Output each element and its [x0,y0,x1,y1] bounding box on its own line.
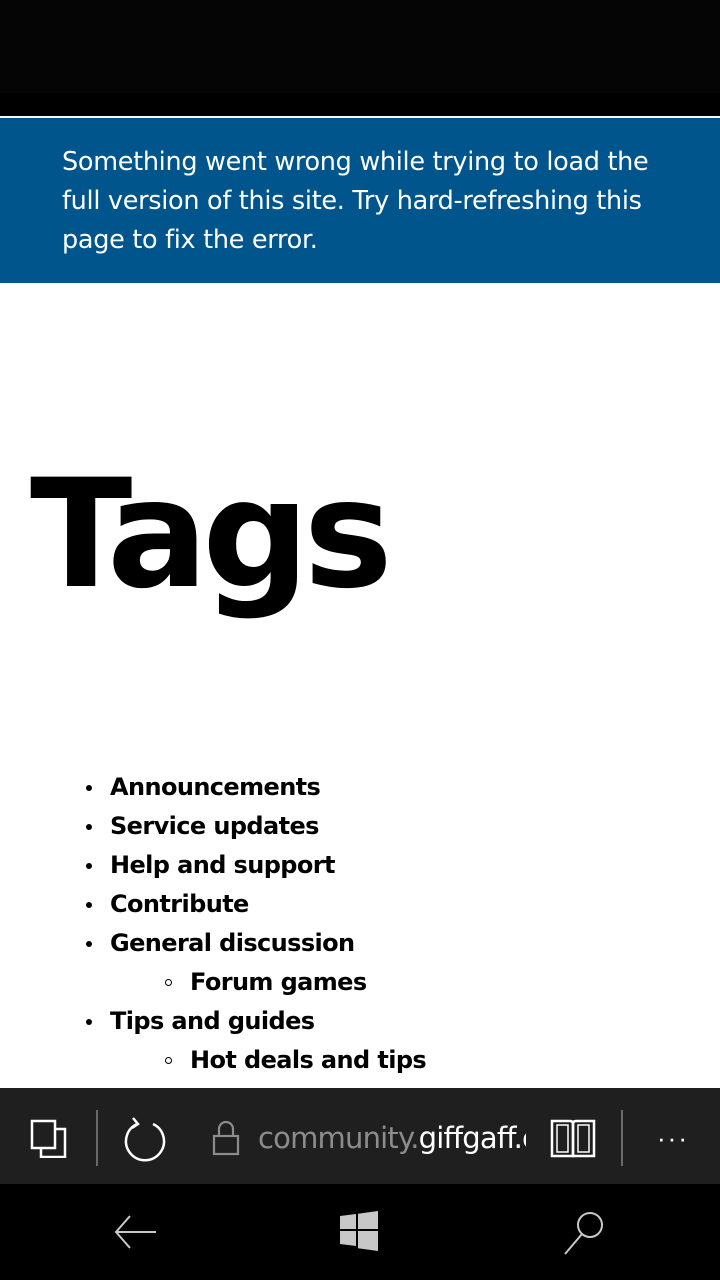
bullet-icon [86,785,92,791]
more-icon: ··· [657,1123,689,1153]
tag-label[interactable]: Service updates [110,812,319,840]
tag-item-hot-deals-and-tips[interactable]: Hot deals and tips [0,1041,427,1080]
more-button[interactable]: ··· [648,1118,698,1158]
bullet-icon [86,941,92,947]
reading-view-button[interactable] [548,1116,598,1162]
url-domain: giffgaff.c [418,1121,526,1155]
status-bar [0,0,720,93]
tag-label[interactable]: Announcements [110,773,321,801]
back-arrow-icon [114,1215,156,1249]
bullet-icon [86,863,92,869]
windows-start-icon [340,1211,378,1251]
reading-view-icon [550,1119,596,1158]
tag-label[interactable]: Tips and guides [110,1007,315,1035]
bullet-icon [86,824,92,830]
circle-bullet-icon [165,979,172,986]
search-icon [564,1212,603,1255]
error-message: Something went wrong while trying to loa… [62,147,649,255]
tag-list: Announcements Service updates Help and s… [0,768,427,1080]
tag-label[interactable]: Forum games [190,968,367,996]
tag-item-contribute[interactable]: Contribute [0,885,426,924]
tag-item-service-updates[interactable]: Service updates [0,807,426,846]
tabs-icon [30,1119,67,1159]
lock-icon [212,1120,240,1156]
error-banner: Something went wrong while trying to loa… [0,118,720,283]
circle-bullet-icon [165,1057,172,1064]
tag-label[interactable]: General discussion [110,929,355,957]
page-title: Tags [30,448,393,622]
start-button[interactable] [338,1210,380,1252]
bullet-icon [86,1019,92,1025]
browser-toolbar: community.giffgaff.c ··· [0,1088,720,1184]
tabs-button[interactable] [24,1114,72,1159]
address-bar[interactable]: community.giffgaff.c [258,1118,526,1158]
status-bar-strip [0,93,720,116]
tag-item-general-discussion[interactable]: General discussion [0,924,426,963]
tag-item-help-and-support[interactable]: Help and support [0,846,426,885]
system-nav-bar [0,1184,720,1280]
url-subdomain: community. [258,1121,419,1155]
back-button[interactable] [110,1210,160,1254]
search-button[interactable] [560,1208,608,1256]
toolbar-divider [621,1110,623,1166]
bullet-icon [86,902,92,908]
tag-item-forum-games[interactable]: Forum games [0,963,426,1002]
tag-label[interactable]: Hot deals and tips [190,1046,427,1074]
tag-item-tips-and-guides[interactable]: Tips and guides [0,1002,426,1041]
toolbar-divider [96,1110,98,1166]
refresh-icon [124,1117,166,1162]
tag-label[interactable]: Contribute [110,890,249,918]
lock-indicator[interactable] [210,1118,242,1158]
tag-label[interactable]: Help and support [110,851,335,879]
tag-item-announcements[interactable]: Announcements [0,768,426,807]
refresh-button[interactable] [120,1114,170,1164]
